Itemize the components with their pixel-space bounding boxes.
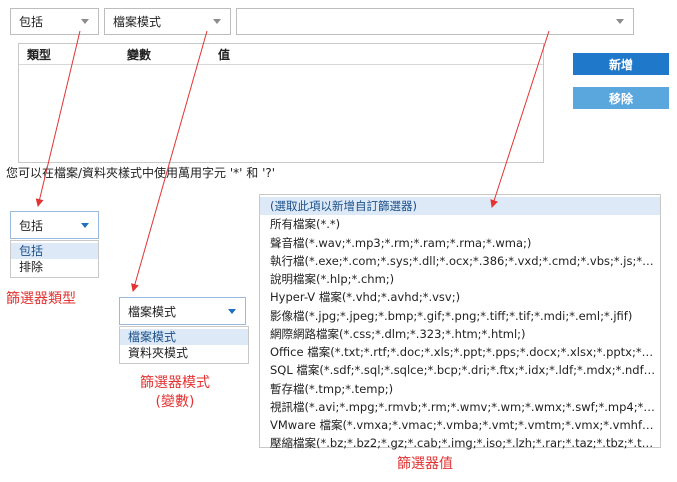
value-option[interactable]: 執行檔(*.exe;*.com;*.sys;*.dll;*.ocx;*.386;…: [260, 252, 660, 270]
chevron-down-icon: [615, 17, 625, 27]
filter-grid[interactable]: 類型 變數 值: [18, 43, 544, 163]
annotation-filter-type: 篩選器類型: [6, 291, 76, 307]
remove-button[interactable]: 移除: [573, 87, 669, 109]
value-option[interactable]: 說明檔案(*.hlp;*.chm;): [260, 270, 660, 288]
value-option[interactable]: 所有檔案(*.*): [260, 215, 660, 233]
filter-mode-value: 檔案模式: [113, 15, 162, 29]
type-dropdown-list: 包括 排除: [10, 240, 99, 278]
filter-type-value: 包括: [19, 15, 44, 29]
mode-option-folder[interactable]: 資料夾模式: [120, 345, 248, 361]
grid-header: 類型 變數 值: [19, 44, 543, 65]
value-option[interactable]: Office 檔案(*.txt;*.rtf;*.doc;*.xls;*.ppt;…: [260, 343, 660, 361]
value-option[interactable]: 壓縮檔案(*.bz;*.bz2;*.gz;*.cab;*.img;*.iso;*…: [260, 434, 660, 452]
value-option[interactable]: 網際網路檔案(*.css;*.dlm;*.323;*.htm;*.html;): [260, 325, 660, 343]
value-option[interactable]: 影像檔(*.jpg;*.jpeg;*.bmp;*.gif;*.png;*.tif…: [260, 307, 660, 325]
value-option[interactable]: SQL 檔案(*.sdf;*.sql;*.sqlce;*.bcp;*.dri;*…: [260, 361, 660, 379]
value-option[interactable]: 聲音檔(*.wav;*.mp3;*.rm;*.ram;*.rma;*.wma;): [260, 234, 660, 252]
type-option-exclude[interactable]: 排除: [11, 259, 98, 275]
filter-mode-select[interactable]: 檔案模式: [104, 8, 231, 35]
filter-value-select[interactable]: [236, 8, 634, 35]
type-dropdown[interactable]: 包括: [10, 211, 99, 239]
add-button[interactable]: 新增: [573, 53, 669, 75]
type-option-include[interactable]: 包括: [11, 243, 98, 259]
mode-dropdown-list: 檔案模式 資料夾模式: [119, 326, 249, 364]
value-option[interactable]: 暫存檔(*.tmp;*.temp;): [260, 380, 660, 398]
filter-type-select[interactable]: 包括: [10, 8, 99, 35]
annotation-filter-mode: 篩選器模式 (變數): [120, 374, 230, 412]
annotation-filter-value: 篩選器值: [397, 456, 453, 472]
grid-header-type: 類型: [27, 48, 52, 62]
value-option[interactable]: 視訊檔(*.avi;*.mpg;*.rmvb;*.rm;*.wmv;*.wm;*…: [260, 398, 660, 416]
wildcard-hint: 您可以在檔案/資料夾樣式中使用萬用字元 '*' 和 '?': [6, 166, 276, 180]
mode-dropdown[interactable]: 檔案模式: [119, 297, 246, 325]
chevron-down-icon: [227, 306, 237, 316]
value-option[interactable]: VMware 檔案(*.vmxa;*.vmac;*.vmba;*.vmt;*.v…: [260, 416, 660, 434]
annotation-filter-mode-line1: 篩選器模式: [140, 375, 210, 391]
mode-option-file[interactable]: 檔案模式: [120, 329, 248, 345]
value-option-custom[interactable]: (選取此項以新增自訂篩選器): [260, 197, 660, 216]
mode-dropdown-selected: 檔案模式: [128, 304, 177, 319]
annotation-filter-mode-line2: (變數): [155, 394, 195, 410]
type-dropdown-selected: 包括: [19, 218, 44, 233]
chevron-down-icon: [80, 220, 90, 230]
value-dropdown-list: (選取此項以新增自訂篩選器) 所有檔案(*.*) 聲音檔(*.wav;*.mp3…: [259, 194, 661, 450]
value-option[interactable]: Hyper-V 檔案(*.vhd;*.avhd;*.vsv;): [260, 288, 660, 306]
chevron-down-icon: [212, 17, 222, 27]
chevron-down-icon: [80, 17, 90, 27]
grid-header-value: 值: [218, 48, 231, 62]
grid-header-variable: 變數: [127, 48, 152, 62]
